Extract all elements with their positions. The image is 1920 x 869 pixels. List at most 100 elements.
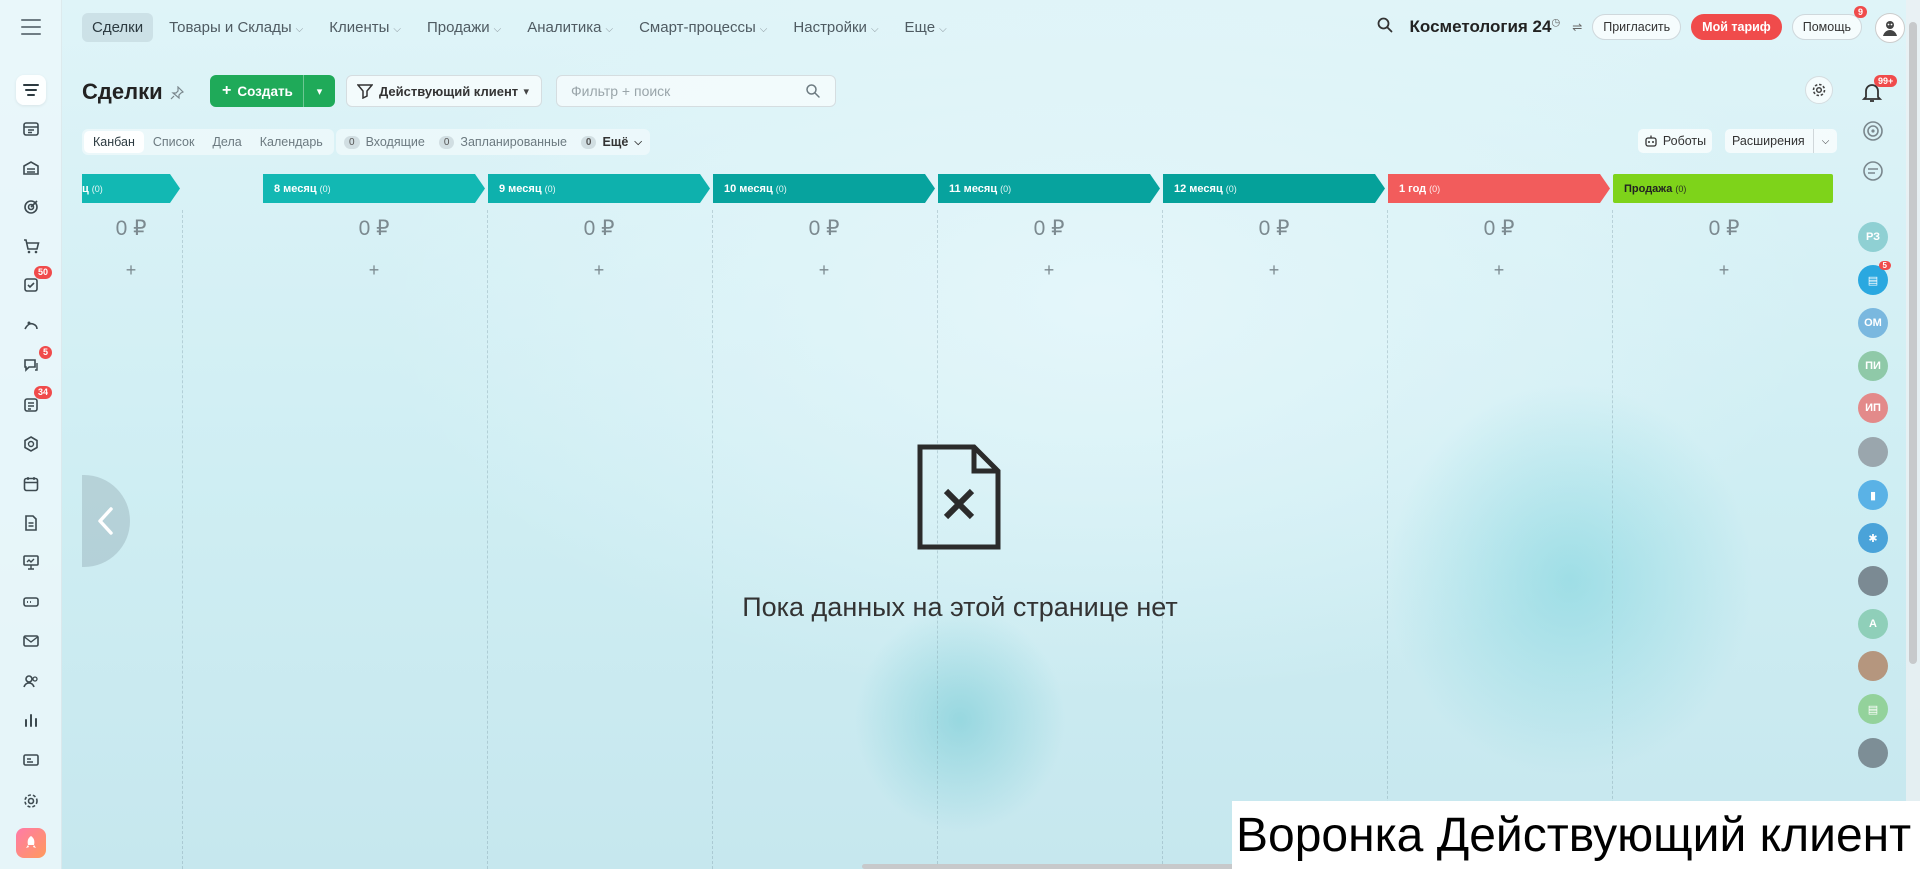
analytics-icon[interactable] xyxy=(16,705,46,735)
stage-header[interactable]: 12 месяц (0) xyxy=(1163,174,1385,203)
nav-settings[interactable]: Настройки ⌵ xyxy=(783,13,888,42)
counter-more[interactable]: 0 Ещё ⌵ xyxy=(580,135,642,149)
portal-name[interactable]: Косметология 24◷ xyxy=(1410,17,1561,37)
stage-sum: 0 ₽ xyxy=(808,217,840,240)
messages-icon[interactable] xyxy=(1860,158,1886,184)
rocket-icon[interactable] xyxy=(16,828,46,858)
tab-kanban[interactable]: Канбан xyxy=(84,131,144,153)
add-deal-button[interactable]: + xyxy=(1388,260,1610,281)
photo-avatar[interactable] xyxy=(1858,738,1888,768)
create-dropdown-chevron-icon[interactable]: ▾ xyxy=(303,75,335,107)
clock-icon: ◷ xyxy=(1551,17,1561,29)
stage-header[interactable]: Продажа (0) xyxy=(1613,174,1833,203)
nav-more[interactable]: Еще ⌵ xyxy=(895,13,957,42)
calendar-list-icon[interactable] xyxy=(16,114,46,144)
add-deal-button[interactable]: + xyxy=(1613,260,1835,281)
contacts-icon[interactable] xyxy=(16,666,46,696)
calendar-icon[interactable] xyxy=(16,469,46,499)
nav-smart-processes[interactable]: Смарт-процессы ⌵ xyxy=(629,13,777,42)
tab-calendar[interactable]: Календарь xyxy=(251,131,332,153)
crm-filter-icon[interactable] xyxy=(16,75,46,105)
nav-label: Клиенты xyxy=(329,18,390,36)
contact-avatar[interactable]: ИП xyxy=(1858,393,1888,423)
counter-incoming[interactable]: 0 Входящие xyxy=(344,135,425,149)
counter-planned[interactable]: 0 Запланированные xyxy=(438,135,567,149)
contact-avatar[interactable]: ПИ xyxy=(1858,351,1888,381)
target-icon[interactable] xyxy=(16,192,46,222)
portal-settings-icon[interactable]: ⇌ xyxy=(1572,20,1582,34)
scrollbar-thumb[interactable] xyxy=(1909,22,1917,664)
add-deal-button[interactable]: + xyxy=(82,260,242,281)
stage-header[interactable]: 10 месяц (0) xyxy=(713,174,935,203)
stage-name: 8 месяц xyxy=(274,182,317,195)
contact-avatar[interactable]: А xyxy=(1858,609,1888,639)
bot-avatar[interactable]: ✱ xyxy=(1858,523,1888,553)
search-icon[interactable] xyxy=(1376,16,1394,39)
stage-sum: 0 ₽ xyxy=(1483,217,1515,240)
feed-icon[interactable]: 34 xyxy=(16,386,52,420)
tab-activities[interactable]: Дела xyxy=(203,131,250,153)
nav-clients[interactable]: Клиенты ⌵ xyxy=(319,13,411,42)
settings-gear-button[interactable] xyxy=(1805,76,1833,104)
add-deal-button[interactable]: + xyxy=(488,260,710,281)
nav-sales[interactable]: Продажи ⌵ xyxy=(417,13,511,42)
invite-button[interactable]: Пригласить xyxy=(1592,14,1682,40)
search-icon[interactable] xyxy=(805,83,821,99)
add-deal-button[interactable]: + xyxy=(938,260,1160,281)
add-deal-button[interactable]: + xyxy=(1163,260,1385,281)
settings-gear-icon[interactable] xyxy=(16,786,46,816)
stage-name: 11 месяц xyxy=(949,182,998,195)
cart-icon[interactable] xyxy=(16,231,46,261)
filter-search-input[interactable] xyxy=(571,83,805,99)
warehouse-icon[interactable] xyxy=(16,153,46,183)
stage-header[interactable]: 1 год (0) xyxy=(1388,174,1610,203)
pin-icon[interactable] xyxy=(170,86,184,100)
presentation-icon[interactable] xyxy=(16,547,46,577)
storage-icon[interactable] xyxy=(16,587,46,617)
kanban-column: 12 месяц (0) 0 ₽ + xyxy=(1163,174,1388,869)
nav-label: Товары и Склады xyxy=(169,18,292,36)
document-icon[interactable] xyxy=(16,508,46,538)
stage-header[interactable]: 8 месяц (0) xyxy=(263,174,485,203)
photo-avatar[interactable] xyxy=(1858,566,1888,596)
view-switcher: Канбан Список Дела Календарь xyxy=(82,129,334,155)
hexagon-icon[interactable] xyxy=(16,429,46,459)
stage-name: 12 месяц xyxy=(1174,182,1223,195)
document-avatar[interactable]: ▤ xyxy=(1858,694,1888,724)
stage-header[interactable]: 11 месяц (0) xyxy=(938,174,1160,203)
robots-button[interactable]: Роботы xyxy=(1638,129,1712,153)
copilot-icon[interactable] xyxy=(1860,118,1886,144)
vertical-scrollbar[interactable] xyxy=(1906,0,1920,869)
avatar-initials: РЗ xyxy=(1865,231,1881,243)
add-deal-button[interactable]: + xyxy=(713,260,935,281)
nav-products[interactable]: Товары и Склады ⌵ xyxy=(159,13,313,42)
chat-avatar[interactable]: ▤ 5 xyxy=(1858,261,1891,295)
stage-header[interactable]: 9 месяц (0) xyxy=(488,174,710,203)
contact-avatar[interactable]: ОМ xyxy=(1858,308,1888,338)
photo-avatar[interactable] xyxy=(1858,437,1888,467)
nav-analytics[interactable]: Аналитика ⌵ xyxy=(517,13,623,42)
nav-deals[interactable]: Сделки xyxy=(82,12,154,42)
hamburger-menu-icon[interactable] xyxy=(19,16,43,38)
bookmark-avatar[interactable]: ▮ xyxy=(1858,480,1888,510)
contact-avatar[interactable]: РЗ xyxy=(1858,222,1888,252)
add-deal-button[interactable]: + xyxy=(263,260,485,281)
robot-hand-icon[interactable] xyxy=(16,311,46,341)
tasks-icon[interactable]: 50 xyxy=(16,266,52,300)
tab-list[interactable]: Список xyxy=(144,131,204,153)
counter-label: Входящие xyxy=(365,135,425,149)
chat-icon[interactable]: 5 xyxy=(16,346,52,380)
chevron-down-icon[interactable]: ⌵ xyxy=(1813,129,1837,153)
mail-icon[interactable] xyxy=(16,626,46,656)
caption-overlay: Воронка Действующий клиент xyxy=(1232,801,1920,869)
extensions-button[interactable]: Расширения ⌵ xyxy=(1725,129,1837,153)
filter-search-field[interactable] xyxy=(556,75,836,107)
funnel-selector[interactable]: Действующий клиент ▾ xyxy=(346,75,542,107)
photo-avatar[interactable] xyxy=(1858,651,1888,681)
portal-name-text: Косметология 24 xyxy=(1409,17,1552,36)
empty-state-text: Пока данных на этой странице нет xyxy=(742,592,1178,622)
tariff-button[interactable]: Мой тариф xyxy=(1691,14,1782,40)
stage-header[interactable]: ц (0) xyxy=(82,174,180,203)
id-card-icon[interactable] xyxy=(16,745,46,775)
create-button[interactable]: + Создать ▾ xyxy=(210,75,335,107)
